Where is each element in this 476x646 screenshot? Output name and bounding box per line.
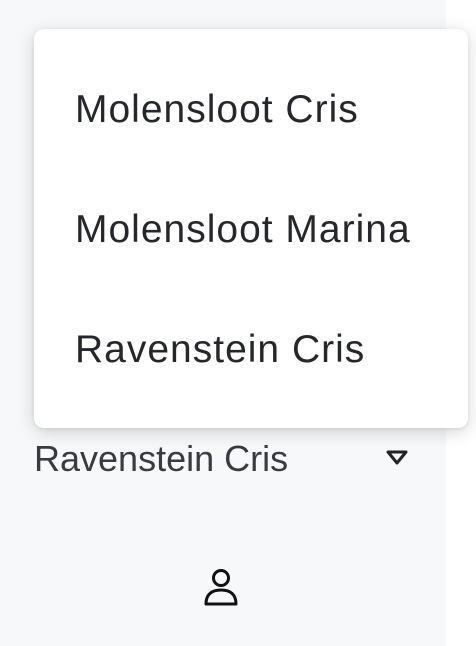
selected-user-label: Ravenstein Cris	[34, 438, 289, 479]
dropdown-option-molensloot-marina[interactable]: Molensloot Marina	[75, 200, 411, 260]
dropdown-option-ravenstein-cris[interactable]: Ravenstein Cris	[75, 320, 365, 380]
chevron-down-icon[interactable]	[385, 448, 409, 468]
user-select[interactable]: Ravenstein Cris	[34, 433, 414, 485]
user-icon[interactable]	[203, 568, 239, 608]
user-dropdown-menu: Molensloot Cris Molensloot Marina Ravens…	[34, 29, 468, 428]
dropdown-option-molensloot-cris[interactable]: Molensloot Cris	[75, 80, 359, 140]
